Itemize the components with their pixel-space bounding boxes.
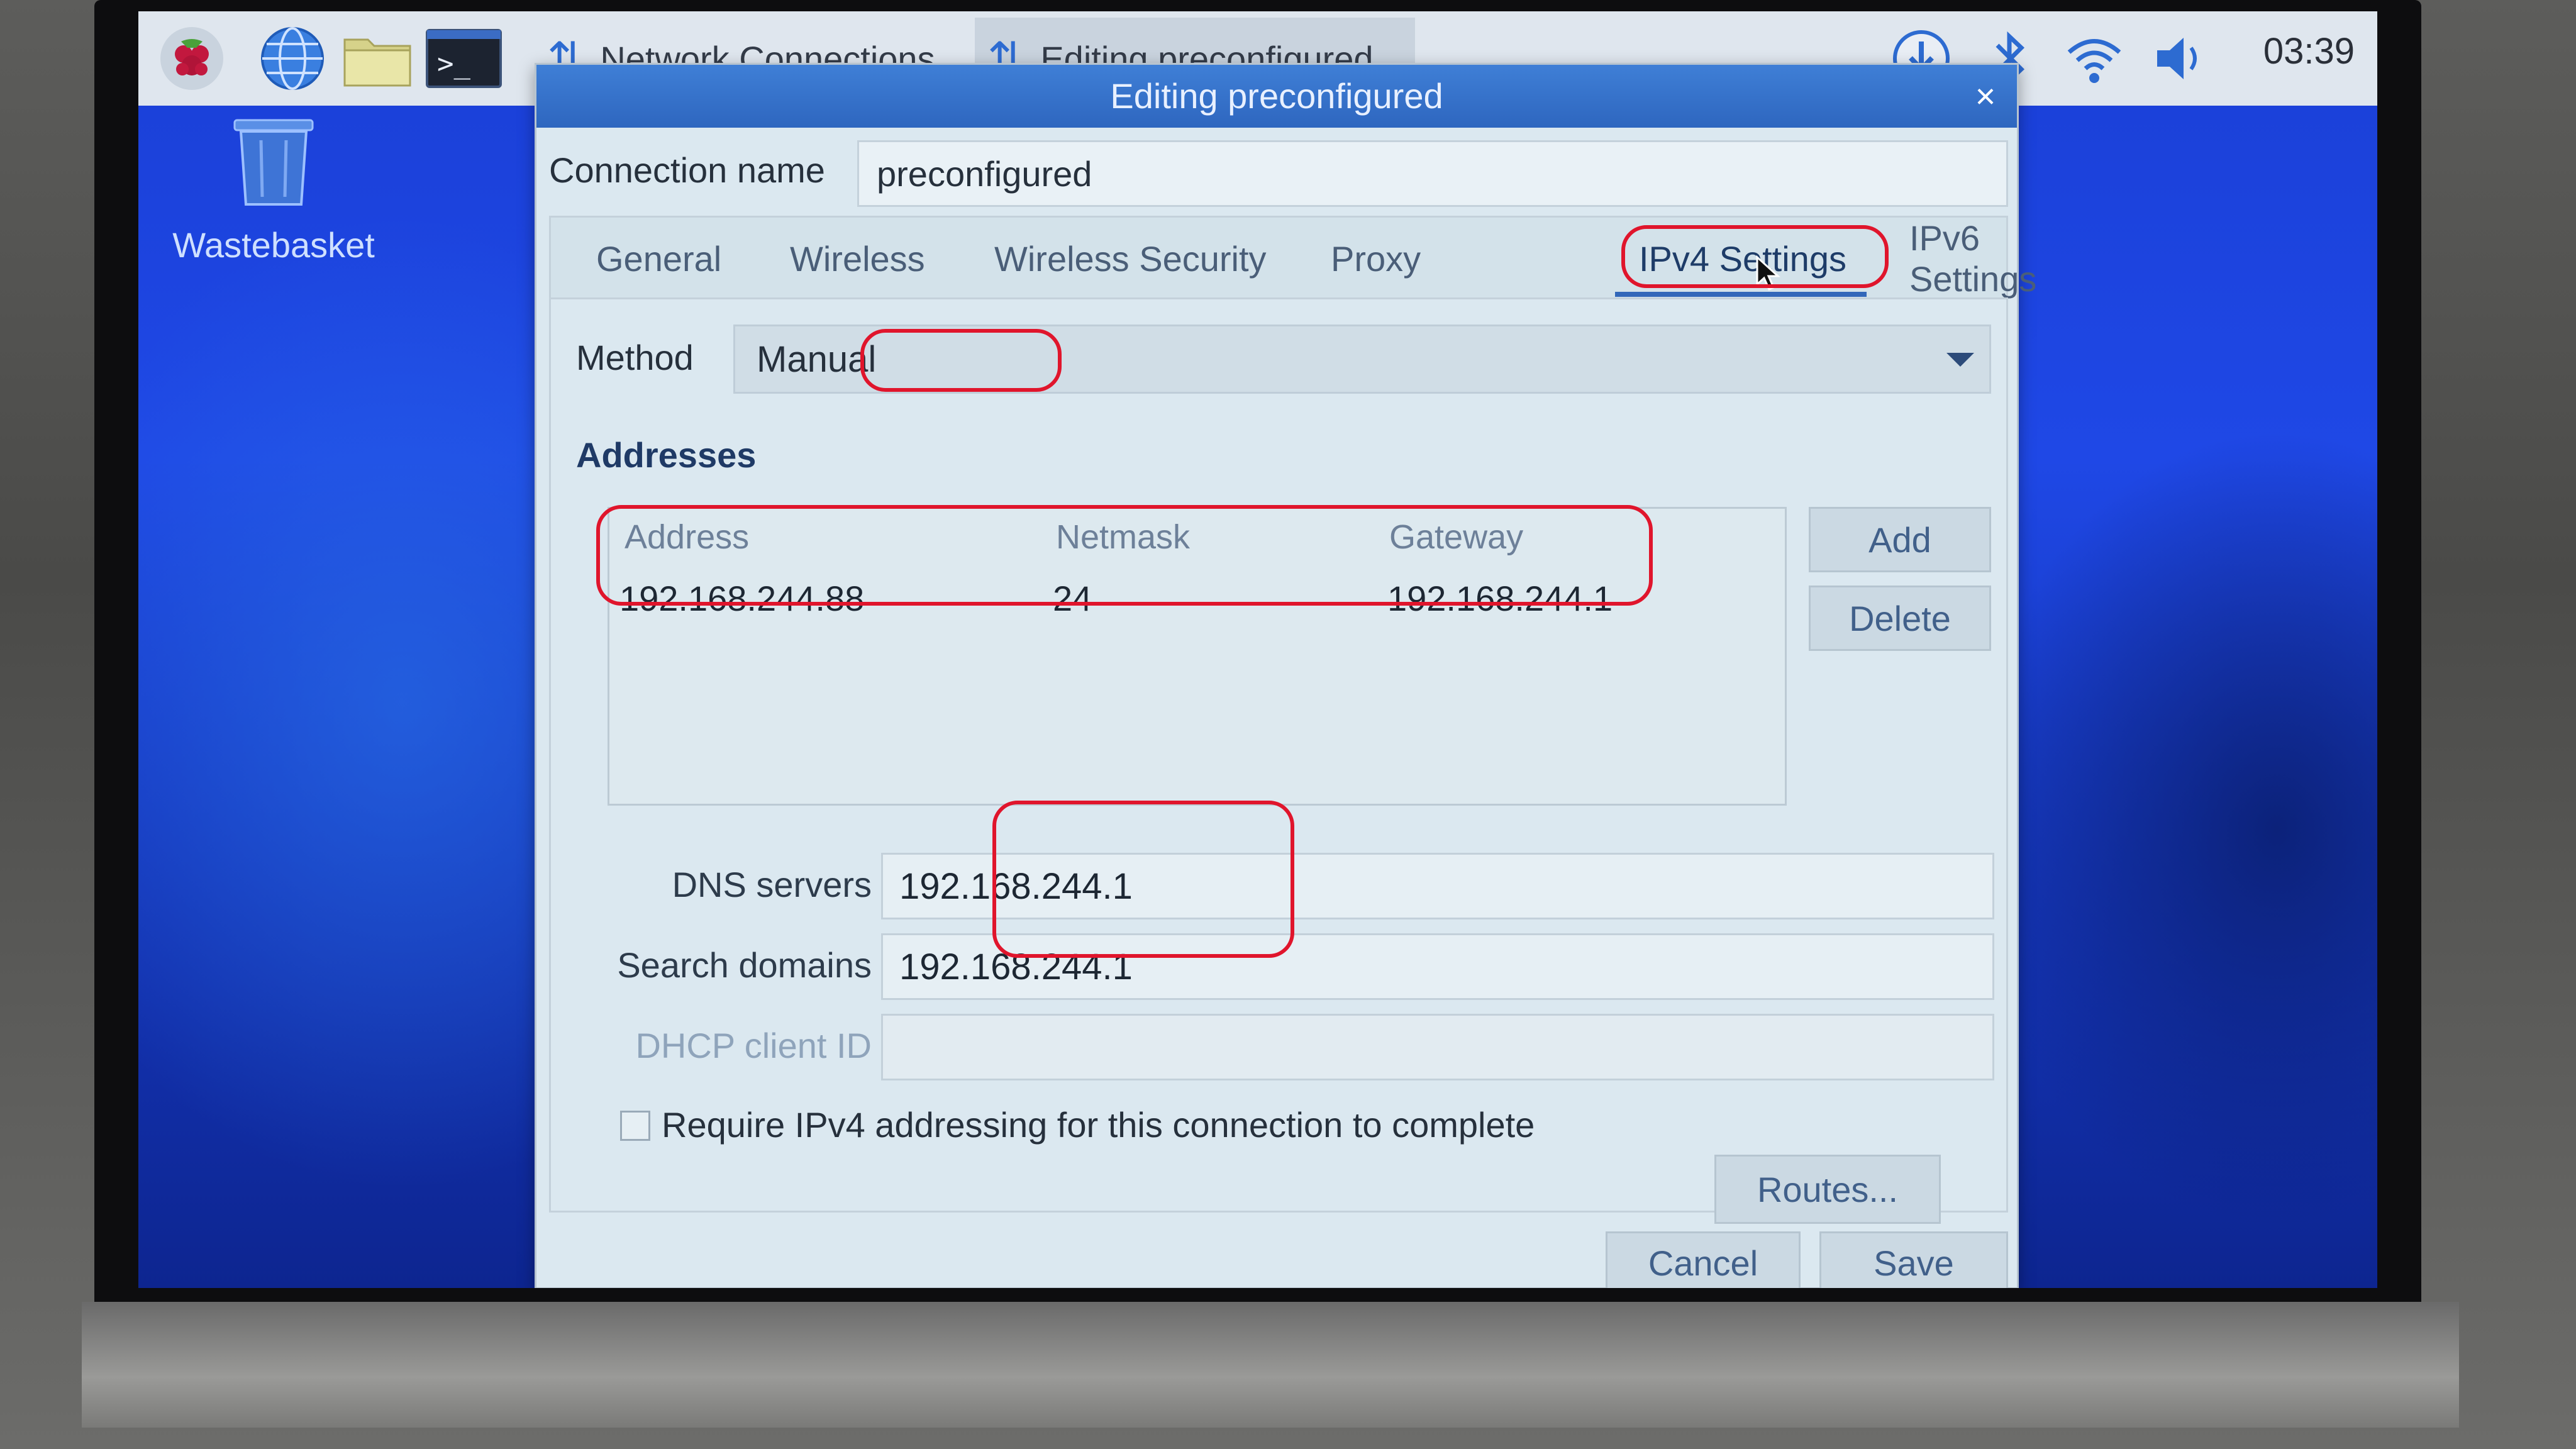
desktop-screen: >_ ⇅ Network Connections ⇅ Editing preco… <box>138 11 2377 1288</box>
web-browser-icon[interactable] <box>258 24 327 93</box>
annotation-address-row <box>596 505 1653 606</box>
terminal-icon[interactable]: >_ <box>425 24 503 93</box>
volume-icon[interactable] <box>2145 24 2214 93</box>
dns-servers-label: DNS servers <box>672 865 872 904</box>
edit-connection-dialog: Editing preconfigured × Connection name … <box>535 63 2036 1288</box>
close-icon[interactable]: × <box>1967 77 2004 115</box>
annotation-ipv4-tab <box>1621 225 1889 288</box>
dhcp-client-id-input[interactable] <box>881 1014 1994 1080</box>
tab-general[interactable]: General <box>596 230 721 287</box>
svg-text:>_: >_ <box>437 48 470 80</box>
method-label: Method <box>576 338 694 377</box>
method-value: Manual <box>757 338 877 380</box>
dhcp-client-id-label: DHCP client ID <box>635 1026 872 1065</box>
ipv4-settings-panel: Method Manual Addresses Address Netmask … <box>549 297 2008 1224</box>
file-manager-icon[interactable] <box>340 24 411 93</box>
wastebasket-label: Wastebasket <box>172 225 375 265</box>
add-address-button[interactable]: Add <box>1809 507 1991 572</box>
chevron-down-icon <box>1946 353 1974 367</box>
tab-ipv6-settings[interactable]: IPv6 Settings <box>1909 218 2036 299</box>
require-ipv4-checkbox[interactable] <box>620 1111 650 1141</box>
raspberry-menu-icon[interactable] <box>157 24 226 93</box>
wifi-icon[interactable] <box>2060 24 2129 93</box>
dialog-title: Editing preconfigured <box>1110 76 1443 116</box>
active-tab-indicator <box>1615 292 1867 297</box>
connection-name-input[interactable]: preconfigured <box>857 140 2008 207</box>
save-button[interactable]: Save <box>1819 1231 2008 1288</box>
delete-address-button[interactable]: Delete <box>1809 586 1991 651</box>
clock[interactable]: 03:39 <box>2263 30 2355 72</box>
monitor-frame-bottom <box>82 1302 2459 1428</box>
tab-wireless-security[interactable]: Wireless Security <box>994 230 1267 287</box>
dialog-titlebar[interactable]: Editing preconfigured <box>536 65 2017 128</box>
addresses-heading: Addresses <box>576 435 757 475</box>
wastebasket-desktop-icon[interactable]: Wastebasket <box>170 115 377 265</box>
trash-icon <box>223 119 324 212</box>
routes-button[interactable]: Routes... <box>1714 1155 1941 1224</box>
cancel-button[interactable]: Cancel <box>1606 1231 1801 1288</box>
annotation-method <box>860 329 1062 392</box>
tab-wireless[interactable]: Wireless <box>790 230 925 287</box>
tab-proxy[interactable]: Proxy <box>1331 230 1421 287</box>
annotation-dns <box>992 801 1294 958</box>
connection-name-label: Connection name <box>549 150 825 190</box>
search-domains-label: Search domains <box>617 945 872 985</box>
require-ipv4-label[interactable]: Require IPv4 addressing for this connect… <box>662 1104 1535 1145</box>
